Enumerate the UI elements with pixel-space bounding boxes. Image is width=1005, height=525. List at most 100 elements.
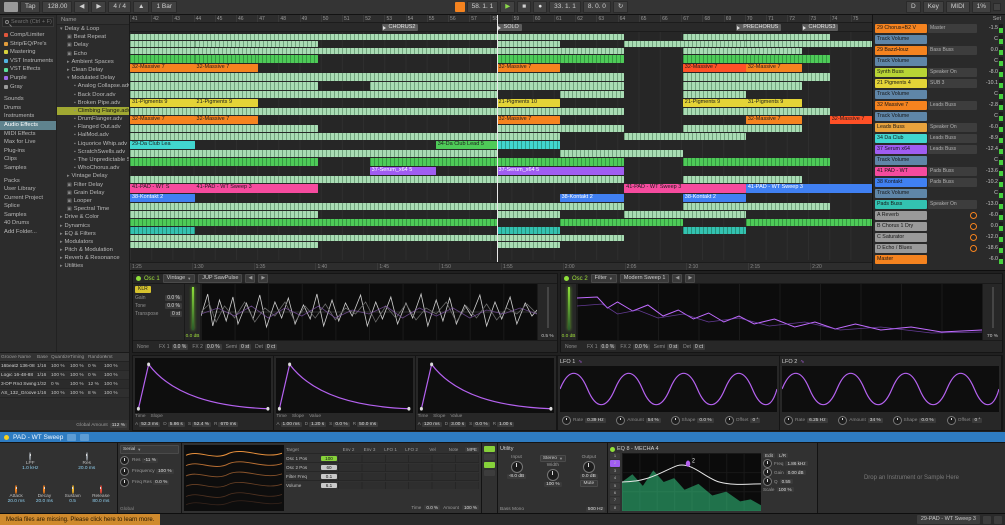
browser-file[interactable]: ▣ Looper xyxy=(57,197,129,205)
macro-knob[interactable] xyxy=(15,484,18,494)
clip[interactable]: 32-Massive 7 xyxy=(194,64,258,72)
clip[interactable]: 32-Massive 7 xyxy=(496,64,560,72)
osc-gain-fader[interactable]: 0.0 dB xyxy=(561,284,577,340)
track-name[interactable]: Track Volume xyxy=(875,89,927,99)
track-name[interactable]: Track Volume xyxy=(875,155,927,165)
clip[interactable] xyxy=(130,158,319,166)
clip[interactable] xyxy=(194,41,319,47)
clip[interactable] xyxy=(130,203,497,210)
locator-flag[interactable]: CHORUS2 xyxy=(381,24,419,31)
lfo-param[interactable]: Offset 0 ° xyxy=(946,415,997,425)
track-name[interactable]: 34 Da Club xyxy=(875,133,927,143)
browser-file[interactable]: ▪ HalMod.adv xyxy=(57,131,129,139)
clip[interactable] xyxy=(496,176,625,183)
clip[interactable] xyxy=(130,48,497,54)
lfo-param[interactable]: Amount 54 % xyxy=(616,415,666,425)
mod-amount-cell[interactable]: 0.1 xyxy=(321,473,337,479)
osc-preset-select[interactable]: JUP SawPulse xyxy=(198,274,243,283)
category-item[interactable]: Samples xyxy=(0,164,56,173)
clip[interactable] xyxy=(559,55,625,63)
prev-preset-button[interactable]: ◀ xyxy=(245,274,256,283)
quantization-select[interactable]: 1 Bar xyxy=(151,1,178,13)
track-volume-value[interactable]: C xyxy=(978,157,998,163)
envelope-display[interactable] xyxy=(276,358,413,413)
eq-band-button[interactable]: 1 xyxy=(610,453,620,460)
browser-file[interactable]: ▪ Analog Collapse.adv xyxy=(57,82,129,90)
show-devices-button[interactable] xyxy=(67,433,77,441)
browser-search[interactable] xyxy=(2,17,54,27)
lfo-param-knob[interactable] xyxy=(562,415,571,425)
key-map-button[interactable]: Key xyxy=(922,1,944,13)
track-volume-value[interactable]: -6.0 xyxy=(978,256,998,262)
clip[interactable] xyxy=(130,82,319,90)
track-volume-value[interactable]: -6.0 xyxy=(978,212,998,218)
filter-mode-select[interactable]: Serial ▼ xyxy=(120,445,179,454)
loop-length-field[interactable]: 8. 0. 0 xyxy=(582,1,611,13)
env-value[interactable]: D 5.86 s xyxy=(163,421,185,427)
clip[interactable]: 41-PAD - WT Sweep 3 xyxy=(624,184,746,193)
clip[interactable]: 38-Kontakt 2 xyxy=(559,194,625,202)
time-ruler[interactable]: 1:25 1:30 1:35 1:40 1:45 1:50 1:55 2:00 2:05 2:10… xyxy=(130,262,872,270)
clip[interactable] xyxy=(682,227,746,234)
track-volume-value[interactable]: -10.1 xyxy=(978,80,998,86)
track-name[interactable]: 32 Massive 7 xyxy=(875,100,927,110)
eq-band-button[interactable]: 2 xyxy=(610,460,620,467)
track-routing-select[interactable]: Pads Buss xyxy=(928,177,977,187)
place-item[interactable]: Splice xyxy=(0,202,56,211)
osc-category-select[interactable]: Vintage ▼ xyxy=(162,274,196,283)
clip[interactable] xyxy=(130,91,497,98)
clip[interactable]: 41-PAD - WT Sweep 3 xyxy=(745,184,872,193)
groove-row[interactable]: AS_132_Groove 1/16 100 % 100 % 8 % 100 % xyxy=(0,389,129,398)
clip[interactable] xyxy=(559,91,625,98)
eq-channel-mode[interactable]: L/R xyxy=(776,453,789,458)
osc-footer-param[interactable]: Semi 0 st xyxy=(654,343,680,350)
automation-arm-indicator[interactable] xyxy=(454,2,465,12)
env-value[interactable]: A 52.3 ms xyxy=(135,421,161,427)
track-name[interactable]: Track Volume xyxy=(875,56,927,66)
osc-footer-param[interactable]: Det 0 ct xyxy=(255,343,277,350)
clip[interactable] xyxy=(496,34,625,40)
input-gain-knob[interactable] xyxy=(510,461,523,473)
place-item[interactable]: Packs xyxy=(0,177,56,186)
envelope-display[interactable] xyxy=(417,358,554,413)
clip[interactable] xyxy=(682,125,802,132)
mod-source-header[interactable]: Env 3 xyxy=(359,447,380,452)
track-volume-value[interactable]: -1.5 xyxy=(978,25,998,31)
next-preset-button[interactable]: ▶ xyxy=(258,274,269,283)
computer-midi-keyboard-icon[interactable] xyxy=(983,515,991,524)
track-volume-value[interactable]: -18.6 xyxy=(978,245,998,251)
osc-footer-param[interactable]: Det 0 ct xyxy=(683,343,705,350)
eq-band-button[interactable]: 4 xyxy=(610,475,620,482)
bass-mono-freq[interactable]: 500 Hz xyxy=(585,507,605,512)
clip[interactable] xyxy=(130,41,195,47)
clip[interactable] xyxy=(496,41,560,47)
browser-file[interactable]: ▸ Modulators xyxy=(57,238,129,246)
clip[interactable]: 32-Massive 7 xyxy=(745,64,802,72)
track-routing-select[interactable]: Leads Buss xyxy=(928,100,977,110)
clip[interactable] xyxy=(682,55,746,63)
clip[interactable] xyxy=(682,91,746,98)
category-item[interactable]: Plug-ins xyxy=(0,147,56,156)
mod-amount-cell[interactable]: 60 xyxy=(321,464,337,470)
osc-footer-param[interactable]: FX 1 0.0 % xyxy=(159,343,189,350)
collection-item[interactable]: VST Effects xyxy=(0,65,56,74)
clip[interactable]: 29-Da Club Lea xyxy=(130,141,195,149)
env-tab[interactable]: Time xyxy=(135,414,145,419)
env-value[interactable]: R 1.00 s xyxy=(493,421,515,427)
clip[interactable] xyxy=(496,227,560,234)
clip[interactable]: 37-Serum_x64 5 xyxy=(369,167,436,175)
track-name[interactable]: B Chorus 1 Dry xyxy=(875,221,927,231)
track-routing-select[interactable]: SUB 3 xyxy=(928,78,977,88)
track-volume-value[interactable]: -8.9 xyxy=(978,135,998,141)
track-routing-select[interactable]: Pads Buss xyxy=(928,166,977,176)
collection-item[interactable]: Gray xyxy=(0,83,56,92)
clip[interactable] xyxy=(496,235,625,241)
place-item[interactable]: Samples xyxy=(0,211,56,220)
track-name[interactable]: 41 PAD - WT xyxy=(875,166,927,176)
global-amount-value[interactable]: 112 % xyxy=(109,422,127,428)
osc-category-select[interactable]: Filter ▼ xyxy=(590,274,617,283)
track-name[interactable]: 21 Pigments 4 xyxy=(875,78,927,88)
clip[interactable] xyxy=(496,73,625,81)
mod-matrix-cells[interactable] xyxy=(338,454,479,462)
clip[interactable] xyxy=(496,242,560,248)
